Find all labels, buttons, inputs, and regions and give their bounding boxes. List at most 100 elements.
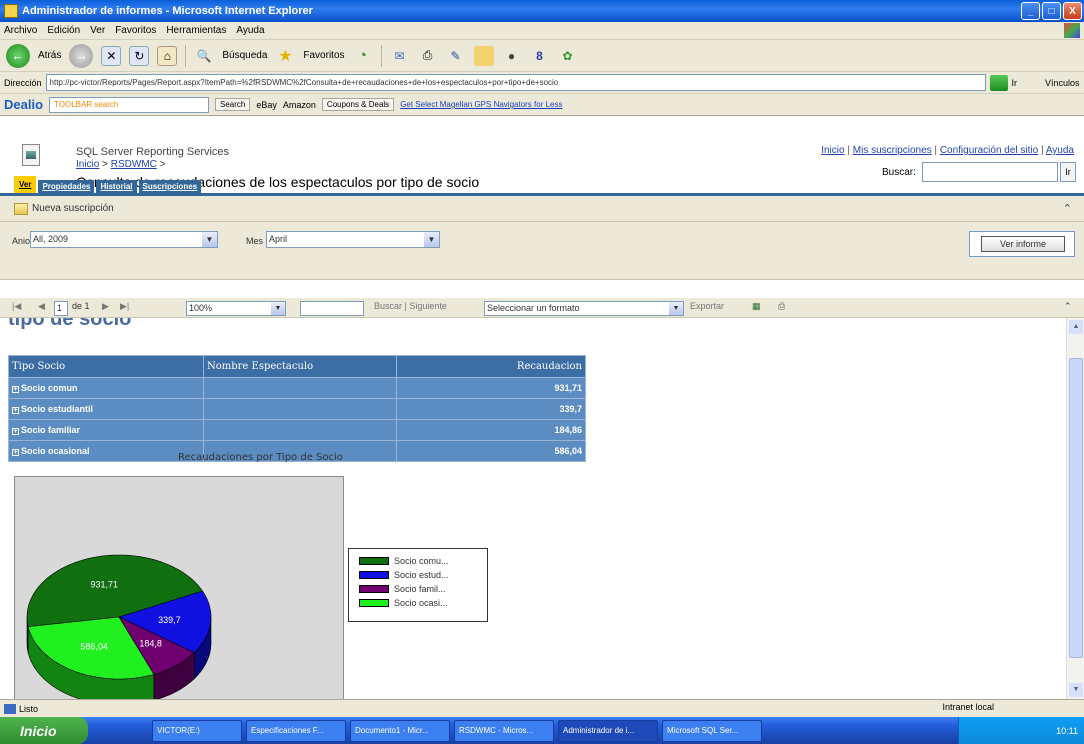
new-subscription-icon[interactable] xyxy=(14,202,28,215)
export-format-select[interactable]: Seleccionar un formato ▼ xyxy=(484,301,684,316)
help-link[interactable]: Ayuda xyxy=(1046,145,1074,156)
favorites-button-label[interactable]: Favoritos xyxy=(303,50,344,61)
month-select[interactable]: April ▼ xyxy=(266,231,440,248)
collapse-icon[interactable]: ⌃ xyxy=(1063,202,1072,215)
dealio-search-button[interactable]: Search xyxy=(215,98,251,111)
print-report-icon[interactable]: ⎙ xyxy=(778,301,785,312)
recaudacion-cell: 339,7 xyxy=(396,398,586,420)
amazon-link[interactable]: Amazon xyxy=(283,100,316,110)
chevron-down-icon[interactable]: ▼ xyxy=(202,232,217,247)
chevron-down-icon[interactable]: ▼ xyxy=(424,232,439,247)
maximize-button[interactable]: □ xyxy=(1042,2,1061,20)
favorites-star-icon[interactable]: ★ xyxy=(275,46,295,66)
minimize-button[interactable]: _ xyxy=(1021,2,1040,20)
page-number-input[interactable]: 1 xyxy=(54,301,68,316)
menu-archivo[interactable]: Archivo xyxy=(4,25,37,36)
year-select[interactable]: All, 2009 ▼ xyxy=(30,231,218,248)
search-icon[interactable]: 🔍 xyxy=(194,46,214,66)
start-button[interactable]: Inicio xyxy=(0,717,88,744)
coupons-link[interactable]: Coupons & Deals xyxy=(321,98,395,111)
tab-ver[interactable]: Ver xyxy=(14,176,37,193)
breadcrumb-folder[interactable]: RSDWMC xyxy=(111,159,157,170)
legend-label: Socio ocasi... xyxy=(394,598,448,608)
dealio-search-input[interactable]: TOOLBAR search xyxy=(49,96,210,113)
breadcrumb-home[interactable]: Inicio xyxy=(76,159,99,170)
expand-icon[interactable]: + xyxy=(12,386,19,393)
tab-historial[interactable]: Historial xyxy=(96,180,137,193)
taskbar-item[interactable]: Microsoft SQL Ser... xyxy=(662,719,762,742)
view-report-button[interactable]: Ver informe xyxy=(981,236,1065,252)
forward-arrow-icon[interactable]: → xyxy=(69,43,94,68)
expand-icon[interactable]: + xyxy=(12,428,19,435)
mail-icon[interactable]: ✉ xyxy=(390,46,410,66)
my-subscriptions-link[interactable]: Mis suscripciones xyxy=(853,145,932,156)
edit-icon[interactable]: ✎ xyxy=(446,46,466,66)
taskbar-item[interactable]: Administrador de i... xyxy=(558,719,658,742)
zoom-select[interactable]: 100% ▼ xyxy=(186,301,286,316)
stop-icon[interactable]: ✕ xyxy=(101,45,122,66)
find-next-links[interactable]: Buscar | Siguiente xyxy=(374,301,447,311)
refresh-report-icon[interactable]: ▦ xyxy=(752,301,761,312)
print-icon[interactable]: ⎙ xyxy=(418,46,438,66)
back-button-label[interactable]: Atrás xyxy=(38,50,61,61)
taskbar-item[interactable]: Especificaciones F... xyxy=(246,719,346,742)
vertical-scrollbar[interactable]: ▲ ▼ xyxy=(1066,318,1084,699)
tipo-label: Socio familiar xyxy=(21,425,81,435)
prev-page-icon[interactable]: ◀ xyxy=(38,301,45,312)
month-value: April xyxy=(269,234,288,244)
search-label: Buscar: xyxy=(882,167,916,178)
go-arrow-icon[interactable] xyxy=(989,74,1008,91)
scroll-down-icon[interactable]: ▼ xyxy=(1069,683,1083,697)
taskbar-item[interactable]: Documento1 - Micr... xyxy=(350,719,450,742)
tipo-cell[interactable]: + Socio comun xyxy=(8,377,204,399)
url-input[interactable]: http://pc-victor/Reports/Pages/Report.as… xyxy=(45,74,986,91)
menu-ver[interactable]: Ver xyxy=(90,25,105,36)
home-icon[interactable]: ⌂ xyxy=(157,45,178,66)
tipo-cell[interactable]: + Socio estudiantil xyxy=(8,398,204,420)
menu-favoritos[interactable]: Favoritos xyxy=(115,25,156,36)
links-label[interactable]: Vínculos xyxy=(1045,78,1080,88)
menu-edicion[interactable]: Edición xyxy=(47,25,80,36)
pie-data-label: 184,8 xyxy=(139,639,162,649)
magellan-link[interactable]: Get Select Magellan GPS Navigators for L… xyxy=(400,100,562,109)
research-icon[interactable]: 8 xyxy=(530,46,550,66)
search-go-button[interactable]: Ir xyxy=(1060,162,1076,182)
subscription-bar: Nueva suscripción ⌃ xyxy=(0,196,1084,222)
history-icon[interactable]: ◔ xyxy=(353,46,373,66)
refresh-icon[interactable]: ↻ xyxy=(129,45,150,66)
msn-icon[interactable]: ✿ xyxy=(558,46,578,66)
close-button[interactable]: X xyxy=(1063,2,1082,20)
tipo-cell[interactable]: + Socio familiar xyxy=(8,419,204,441)
view-report-panel: Ver informe xyxy=(969,231,1075,257)
home-link[interactable]: Inicio xyxy=(821,145,844,156)
chevron-down-icon[interactable]: ▼ xyxy=(669,302,683,315)
folder-icon[interactable] xyxy=(473,45,494,66)
scrollbar-thumb[interactable] xyxy=(1069,358,1083,658)
dealio-logo: Dealio xyxy=(4,97,44,112)
go-button-label[interactable]: Ir xyxy=(1012,78,1018,88)
expand-icon[interactable]: + xyxy=(12,407,19,414)
window-controls: _ □ X xyxy=(1021,2,1082,20)
first-page-icon[interactable]: |◀ xyxy=(12,301,21,312)
menu-herramientas[interactable]: Herramientas xyxy=(166,25,226,36)
find-text-input[interactable] xyxy=(300,301,364,316)
site-settings-link[interactable]: Configuración del sitio xyxy=(940,145,1038,156)
search-button-label[interactable]: Búsqueda xyxy=(222,50,267,61)
menu-ayuda[interactable]: Ayuda xyxy=(236,25,264,36)
last-page-icon[interactable]: ▶| xyxy=(120,301,129,312)
next-page-icon[interactable]: ▶ xyxy=(102,301,109,312)
taskbar-item[interactable]: RSDWMC - Micros... xyxy=(454,719,554,742)
ebay-link[interactable]: eBay xyxy=(256,100,277,110)
export-link[interactable]: Exportar xyxy=(690,301,724,311)
report-viewer-toolbar: |◀ ◀ 1 de 1 ▶ ▶| 100% ▼ Buscar | Siguien… xyxy=(0,298,1084,318)
new-subscription-link[interactable]: Nueva suscripción xyxy=(32,203,114,214)
collapse-toolbar-icon[interactable]: ⌃ xyxy=(1064,301,1072,312)
scroll-up-icon[interactable]: ▲ xyxy=(1069,320,1083,334)
chevron-down-icon[interactable]: ▼ xyxy=(271,302,285,315)
taskbar-item[interactable]: VICTOR(E:) xyxy=(152,719,242,742)
tab-suscripciones[interactable]: Suscripciones xyxy=(138,180,202,193)
back-arrow-icon[interactable]: ← xyxy=(6,43,30,68)
messenger-icon[interactable]: ● xyxy=(502,46,522,66)
search-input[interactable] xyxy=(922,162,1058,182)
tab-propiedades[interactable]: Propiedades xyxy=(38,180,95,193)
